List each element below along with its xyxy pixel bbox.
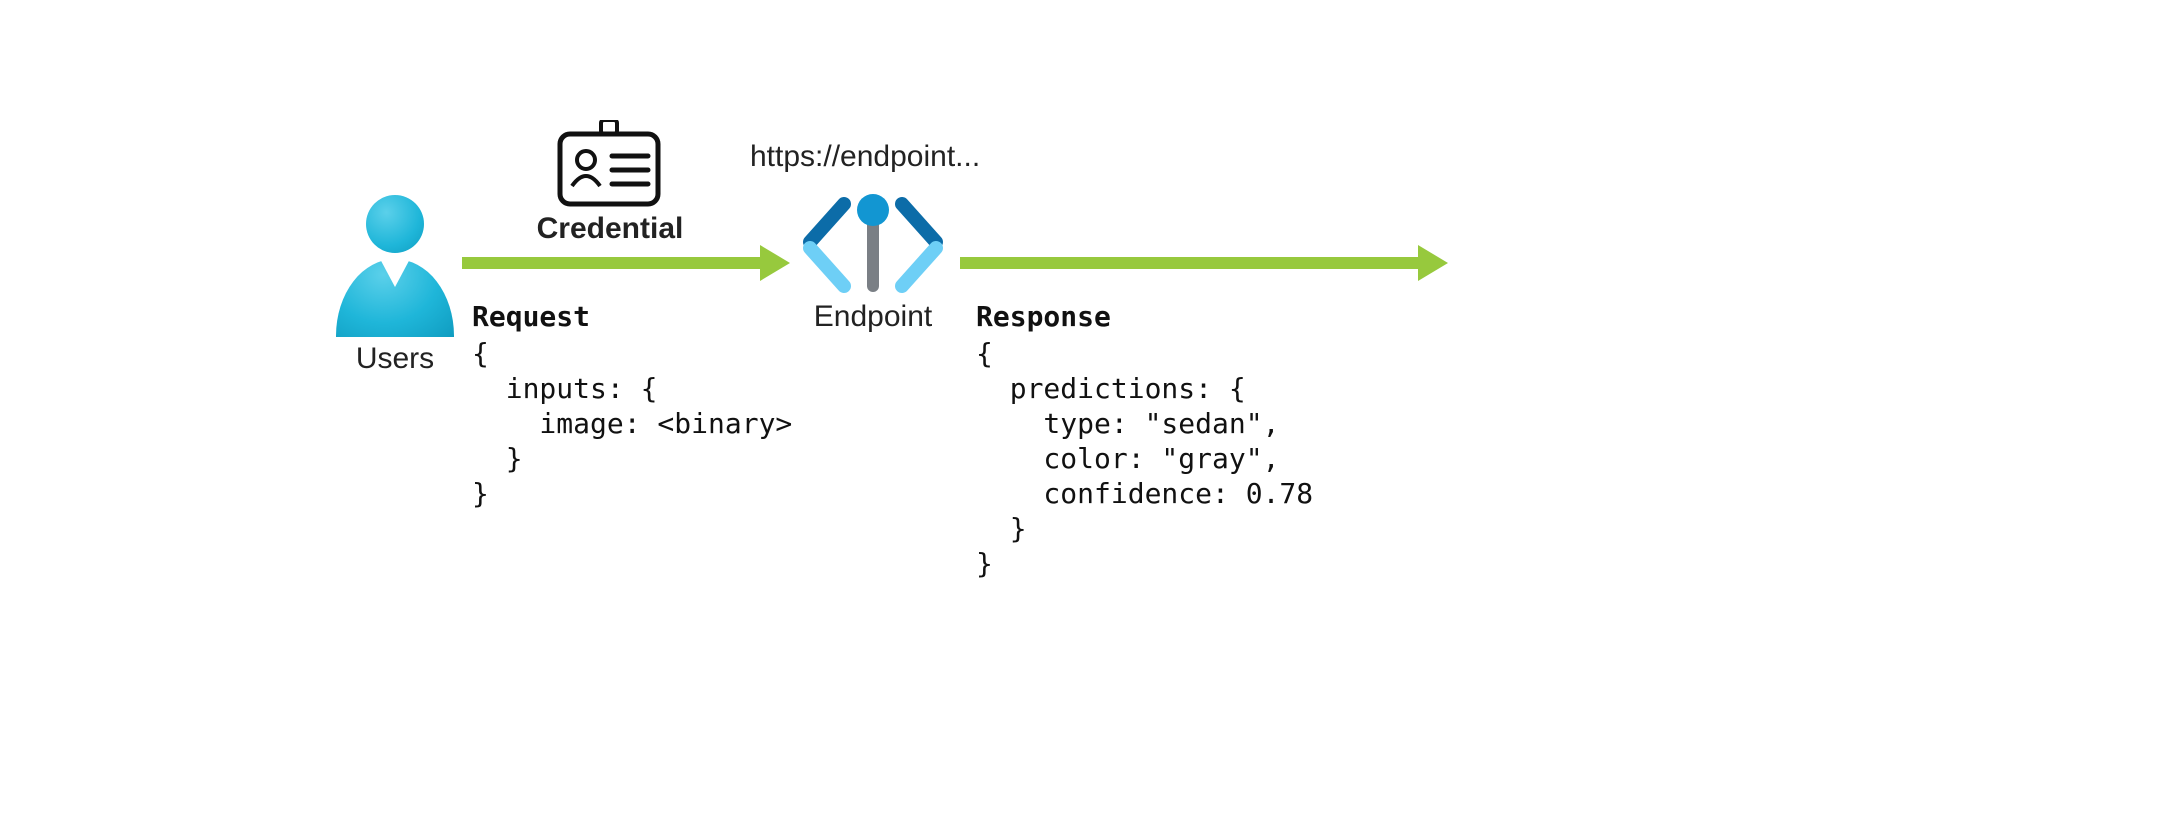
- user-icon: [335, 195, 455, 337]
- endpoint-label: Endpoint: [800, 300, 946, 334]
- credential-icon: [556, 120, 662, 208]
- user-head-shape: [366, 195, 424, 253]
- diagram-stage: Users Credential Request { inputs: { ima…: [0, 0, 2182, 836]
- response-title: Response: [976, 300, 1111, 333]
- request-body: { inputs: { image: <binary> } }: [472, 336, 792, 511]
- arrow-response: [960, 257, 1420, 269]
- user-body-shape: [336, 259, 454, 337]
- endpoint-url: https://endpoint...: [750, 140, 980, 174]
- response-body: { predictions: { type: "sedan", color: "…: [976, 336, 1313, 581]
- credential-label: Credential: [530, 212, 690, 246]
- arrow-request: [462, 257, 762, 269]
- arrow-response-head: [1418, 245, 1448, 281]
- endpoint-icon: [800, 192, 940, 313]
- request-title: Request: [472, 300, 590, 333]
- user-collar-shape: [379, 257, 411, 287]
- arrow-request-head: [760, 245, 790, 281]
- users-label: Users: [335, 342, 455, 376]
